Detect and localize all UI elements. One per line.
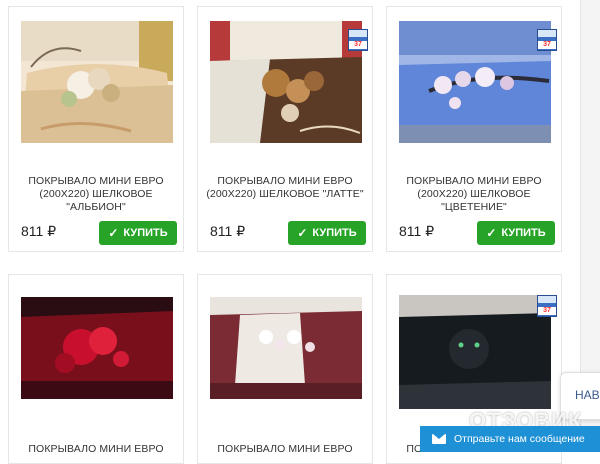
product-image[interactable] [210, 297, 362, 399]
buy-button[interactable]: ✓ КУПИТЬ [288, 221, 366, 245]
product-title[interactable]: Покрывало мини евро (200х220) шелковое "… [202, 175, 368, 201]
discount-badge: 37 [537, 29, 557, 51]
buy-button[interactable]: ✓ КУПИТЬ [477, 221, 555, 245]
product-price: 811 ₽ [21, 223, 57, 239]
product-image[interactable] [210, 21, 362, 143]
buy-button-label: КУПИТЬ [501, 227, 546, 239]
product-price: 811 ₽ [399, 223, 435, 239]
buy-button-label: КУПИТЬ [123, 227, 168, 239]
product-card[interactable]: 37 Покрывало мини евро (200х220) шелково… [386, 6, 562, 252]
discount-badge: 37 [348, 29, 368, 51]
buy-button[interactable]: ✓ КУПИТЬ [99, 221, 177, 245]
product-title[interactable]: Покрывало мини евро [202, 443, 368, 456]
product-card[interactable]: Покрывало мини евро [8, 274, 184, 464]
product-image[interactable] [399, 21, 551, 143]
product-image[interactable] [399, 295, 551, 409]
check-icon: ✓ [486, 226, 497, 240]
product-card[interactable]: Покрывало мини евро [197, 274, 373, 464]
product-card[interactable]: 37 Покрывало мини евро (200х220) шелково… [197, 6, 373, 252]
side-nav-tab-label: НАВ [575, 388, 600, 402]
product-title[interactable]: Покрывало мини евро (200х220) шелковое "… [13, 175, 179, 214]
product-price: 811 ₽ [210, 223, 246, 239]
discount-badge: 37 [537, 295, 557, 317]
product-title[interactable]: Покрывало мини евро [13, 443, 179, 456]
send-message-label: Отправьте нам сообщение [454, 433, 585, 445]
product-image[interactable] [21, 21, 173, 143]
buy-button-label: КУПИТЬ [312, 227, 357, 239]
check-icon: ✓ [297, 226, 308, 240]
check-icon: ✓ [108, 226, 119, 240]
product-title[interactable]: Покрывало мини евро (200х220) шелковое "… [391, 175, 557, 214]
envelope-icon [432, 434, 446, 444]
product-grid: Покрывало мини евро (200х220) шелковое "… [0, 0, 580, 464]
product-card[interactable]: Покрывало мини евро (200х220) шелковое "… [8, 6, 184, 252]
product-image[interactable] [21, 297, 173, 399]
send-message-bar[interactable]: Отправьте нам сообщение [420, 426, 600, 452]
